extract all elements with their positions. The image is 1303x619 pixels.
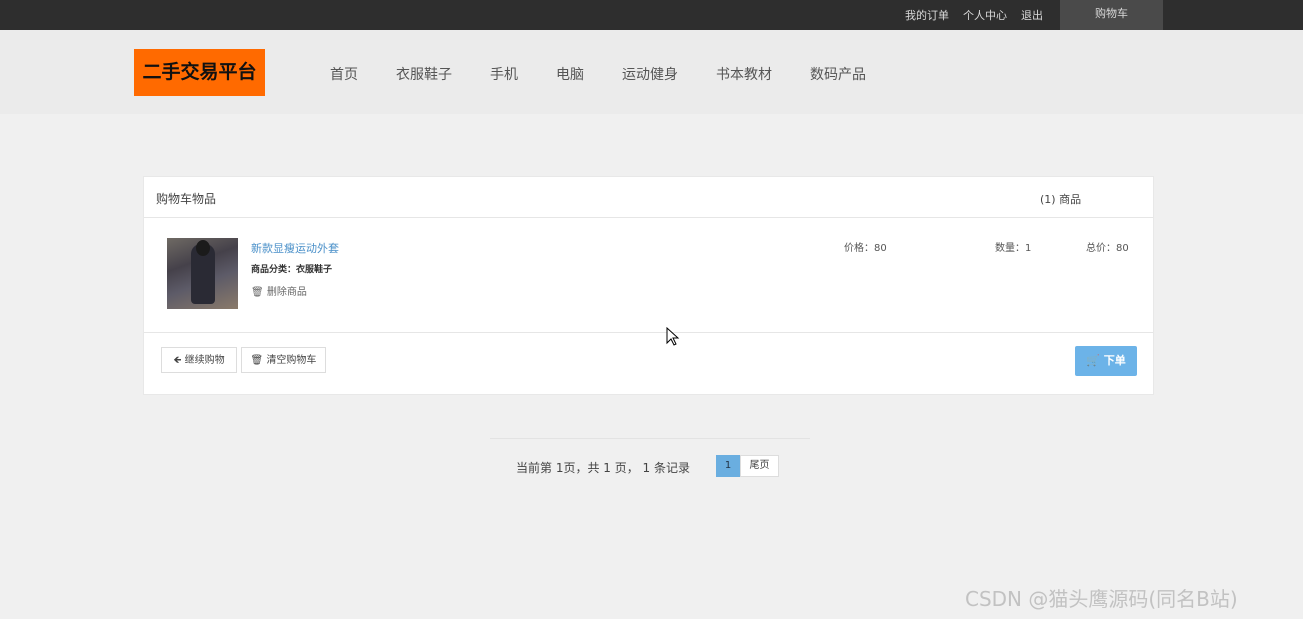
cart-panel: 购物车物品 (1) 商品 新款显瘦运动外套 商品分类：衣服鞋子 🗑 删除商品 价… bbox=[143, 176, 1154, 395]
continue-shopping-label: 继续购物 bbox=[184, 355, 225, 366]
place-order-button[interactable]: 🛒 下单 bbox=[1075, 346, 1137, 376]
nav-clothes-shoes[interactable]: 衣服鞋子 bbox=[396, 64, 452, 84]
nav-computers[interactable]: 电脑 bbox=[556, 64, 584, 84]
product-name-link[interactable]: 新款显瘦运动外套 bbox=[251, 240, 339, 256]
product-thumbnail[interactable] bbox=[167, 238, 238, 309]
trash-icon: 🗑 bbox=[250, 355, 264, 366]
nav-phones[interactable]: 手机 bbox=[490, 64, 518, 84]
nav-home[interactable]: 首页 bbox=[330, 64, 358, 84]
cart-icon: 🛒 bbox=[1086, 354, 1100, 367]
nav-digital[interactable]: 数码产品 bbox=[810, 64, 866, 84]
product-figure-head bbox=[196, 240, 210, 256]
continue-shopping-button[interactable]: 🡸 继续购物 bbox=[161, 347, 237, 373]
last-page-button[interactable]: 尾页 bbox=[740, 455, 779, 477]
clear-cart-button[interactable]: 🗑 清空购物车 bbox=[241, 347, 326, 373]
product-category: 商品分类：衣服鞋子 bbox=[251, 265, 333, 275]
place-order-label: 下单 bbox=[1103, 354, 1126, 367]
product-total: 总价：80 bbox=[1086, 243, 1129, 254]
nav-books[interactable]: 书本教材 bbox=[716, 64, 772, 84]
cart-item-count: (1) 商品 bbox=[1040, 193, 1082, 206]
divider bbox=[144, 332, 1153, 333]
trash-icon: 🗑 bbox=[251, 287, 264, 298]
mouse-cursor-icon bbox=[666, 327, 680, 346]
nav-sports[interactable]: 运动健身 bbox=[622, 64, 678, 84]
page-1-button[interactable]: 1 bbox=[716, 455, 740, 477]
product-quantity: 数量：1 bbox=[995, 243, 1032, 254]
top-bar: 我的订单 个人中心 退出 购物车 bbox=[0, 0, 1303, 30]
watermark: CSDN @猫头鹰源码(同名B站) bbox=[965, 587, 1238, 611]
arrow-left-icon: 🡸 bbox=[173, 355, 182, 366]
user-center-link[interactable]: 个人中心 bbox=[963, 7, 1007, 23]
clear-cart-label: 清空购物车 bbox=[266, 355, 317, 366]
delete-item-button[interactable]: 🗑 删除商品 bbox=[251, 283, 307, 298]
cart-title: 购物车物品 bbox=[156, 192, 217, 206]
site-logo[interactable]: 二手交易平台 bbox=[134, 49, 265, 96]
pagination-divider bbox=[490, 438, 810, 439]
pagination-summary: 当前第 1页，共 1 页， 1 条记录 bbox=[516, 461, 690, 475]
product-price: 价格：80 bbox=[844, 243, 887, 254]
my-orders-link[interactable]: 我的订单 bbox=[905, 7, 949, 23]
cart-button[interactable]: 购物车 bbox=[1060, 0, 1163, 30]
logout-link[interactable]: 退出 bbox=[1021, 7, 1043, 23]
delete-item-label: 删除商品 bbox=[266, 287, 307, 298]
divider bbox=[144, 217, 1153, 218]
